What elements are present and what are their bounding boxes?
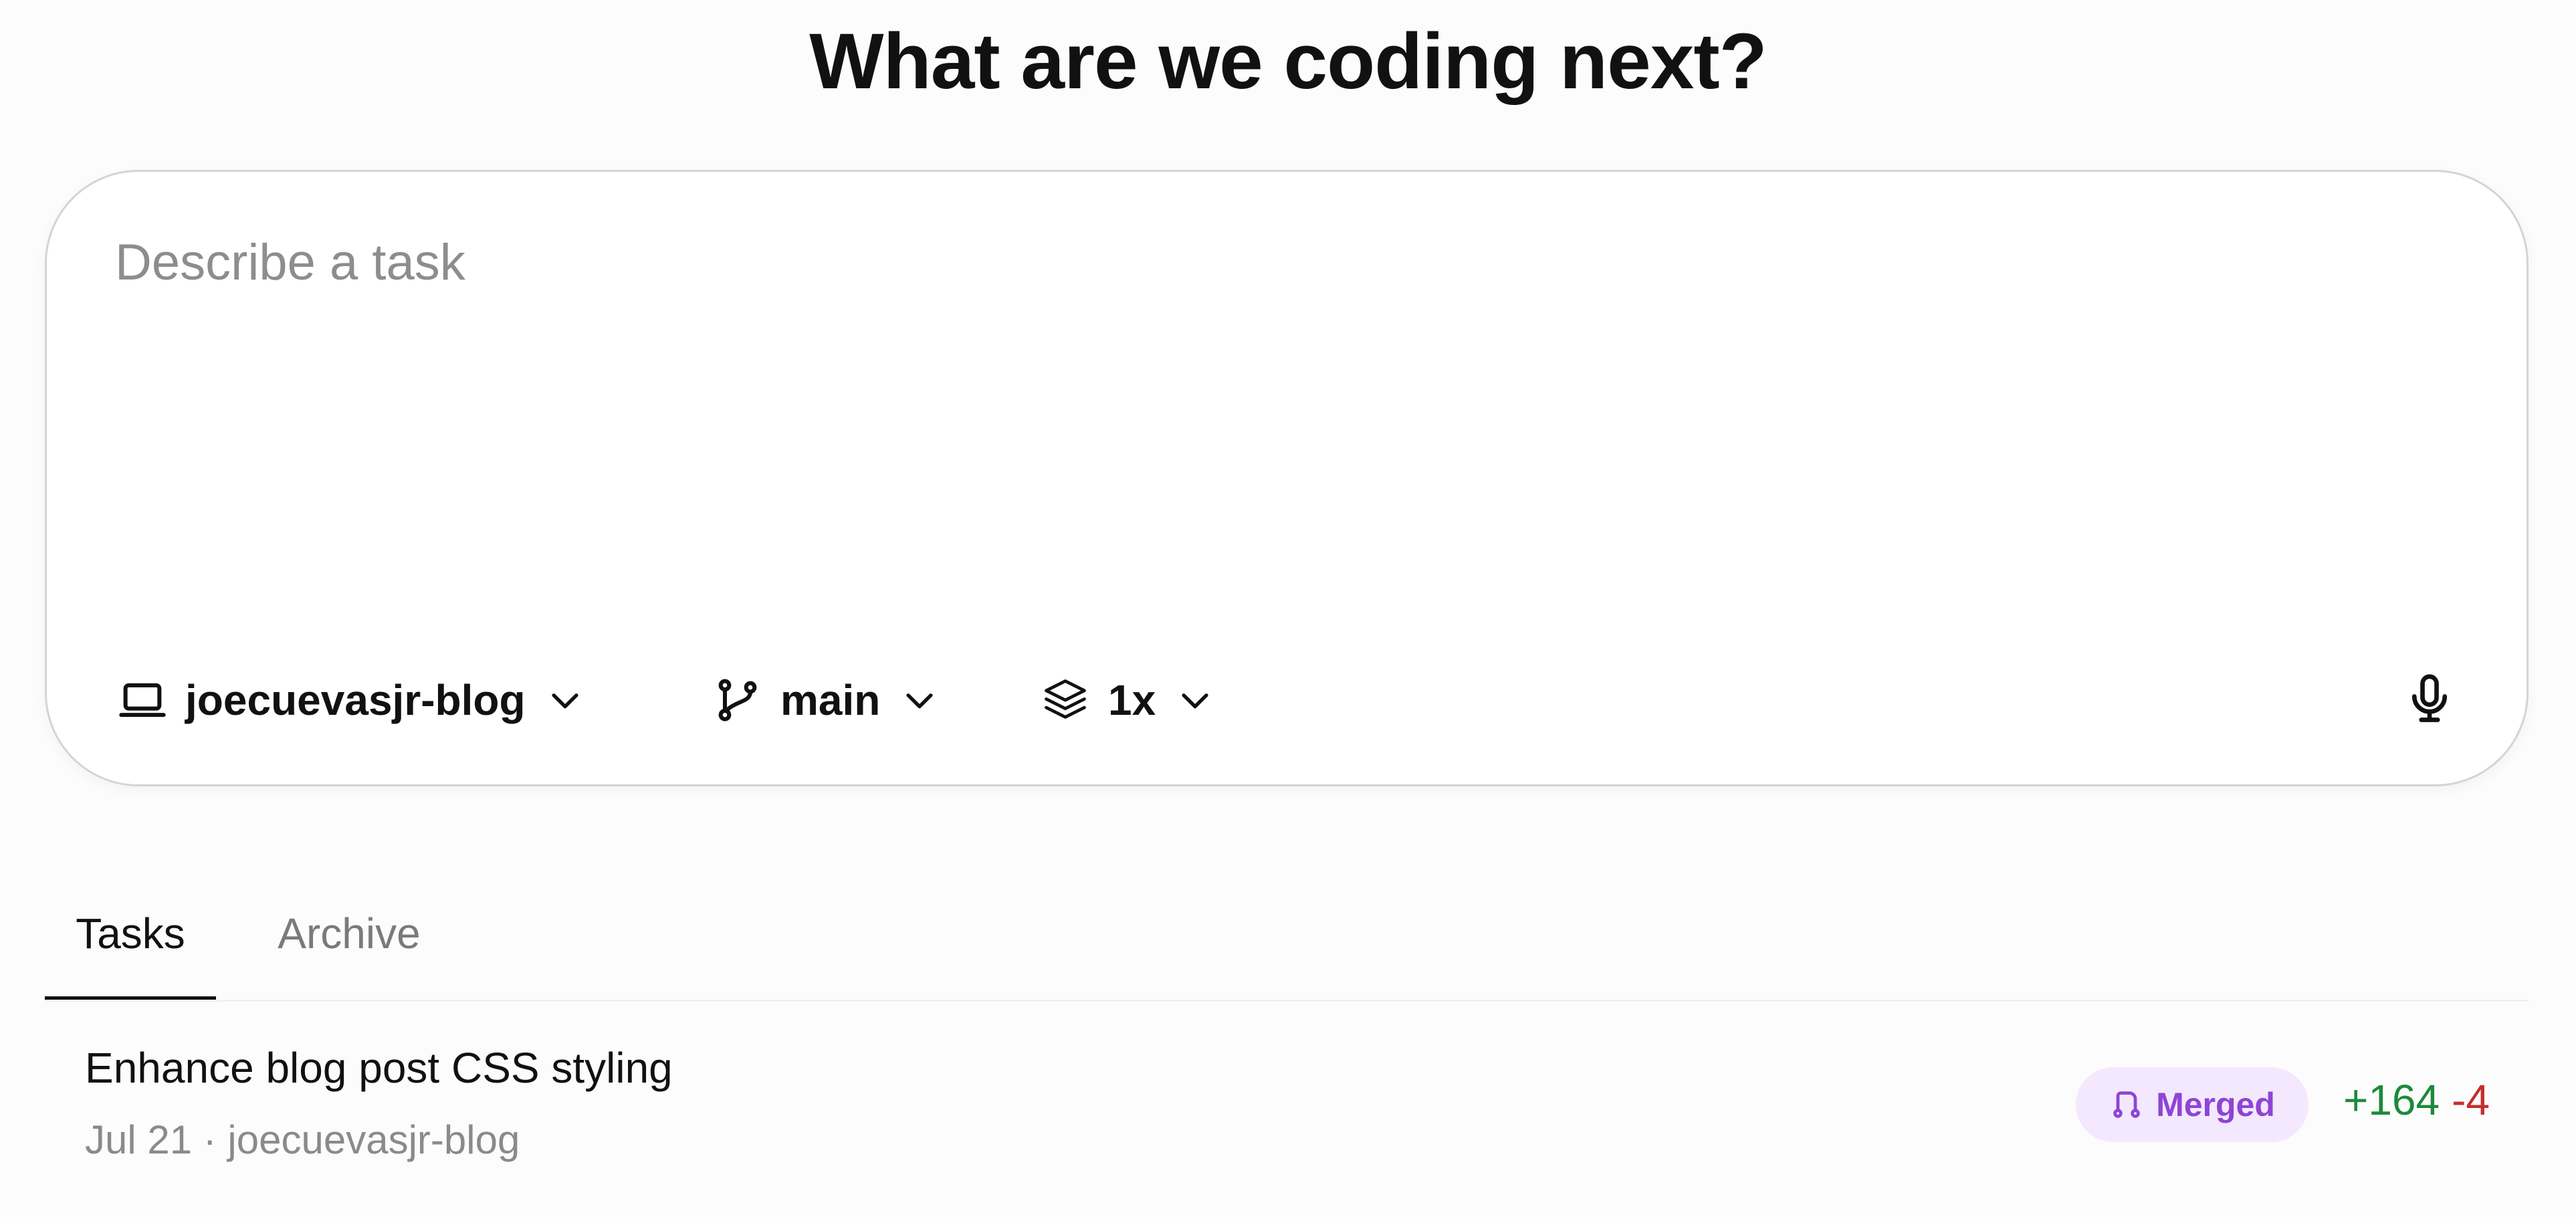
status-badge: Merged bbox=[2076, 1067, 2309, 1142]
additions-count: +164 bbox=[2343, 1076, 2440, 1124]
layers-icon bbox=[1040, 675, 1091, 726]
laptop-icon bbox=[117, 675, 168, 726]
git-branch-icon bbox=[712, 675, 763, 726]
task-tabs: Tasks Archive bbox=[45, 869, 2529, 1002]
task-composer: joecuevasjr-blog ma bbox=[45, 170, 2529, 786]
attempts-selector[interactable]: 1x bbox=[1040, 657, 1214, 744]
repo-selector[interactable]: joecuevasjr-blog bbox=[117, 657, 639, 744]
branch-label: main bbox=[780, 676, 881, 724]
task-description-input[interactable] bbox=[114, 232, 2444, 542]
composer-toolbar: joecuevasjr-blog main 1x bbox=[117, 657, 1214, 744]
voice-input-button[interactable] bbox=[2393, 663, 2466, 737]
task-meta: Jul 21 · joecuevasjr-blog bbox=[85, 1117, 520, 1162]
git-merge-icon bbox=[2109, 1087, 2144, 1122]
codex-home: What are we coding next? joecuevasjr-blo… bbox=[0, 0, 2576, 1217]
page-title: What are we coding next? bbox=[809, 17, 1767, 106]
status-label: Merged bbox=[2156, 1086, 2275, 1123]
microphone-icon bbox=[2401, 671, 2458, 730]
tab-tasks[interactable]: Tasks bbox=[45, 869, 216, 1000]
task-row[interactable]: Enhance blog post CSS styling Jul 21 · j… bbox=[45, 1003, 2529, 1204]
repo-label: joecuevasjr-blog bbox=[185, 676, 526, 724]
tab-archive[interactable]: Archive bbox=[259, 869, 439, 998]
diff-stats: +164 -4 bbox=[2343, 1075, 2490, 1125]
chevron-down-icon bbox=[900, 681, 939, 720]
branch-selector[interactable]: main bbox=[712, 657, 980, 744]
attempts-label: 1x bbox=[1108, 676, 1156, 724]
deletions-count: -4 bbox=[2452, 1076, 2490, 1124]
chevron-down-icon bbox=[1176, 681, 1214, 720]
chevron-down-icon bbox=[546, 681, 584, 720]
task-title[interactable]: Enhance blog post CSS styling bbox=[85, 1043, 673, 1093]
